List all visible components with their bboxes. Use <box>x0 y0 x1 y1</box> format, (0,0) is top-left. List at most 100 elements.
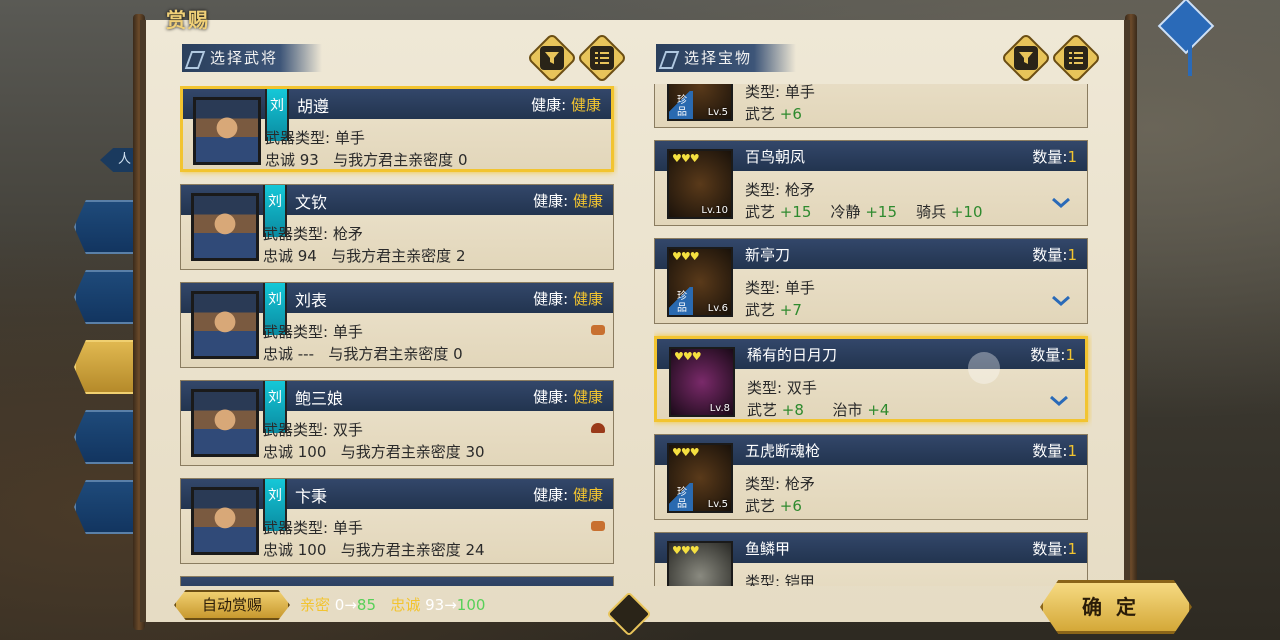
item-level: Lv.10 <box>701 205 728 216</box>
scroll-item-icon <box>591 521 605 531</box>
hero-loyalty-line: 忠诚 --- 与我方君主亲密度 0 <box>263 345 463 363</box>
side-tab-3[interactable] <box>74 340 140 394</box>
hero-name: 鲍三娘 <box>295 389 344 408</box>
hero-health: 健康: 健康 <box>533 486 603 504</box>
hero-name: 刘表 <box>295 291 328 310</box>
list-icon <box>1069 52 1083 64</box>
item-name: 新亭刀 <box>745 246 791 264</box>
hero-loyalty-line: 忠诚 100 与我方君主亲密度 30 <box>263 443 485 461</box>
side-tab-1[interactable] <box>74 200 140 254</box>
hero-portrait <box>191 487 259 555</box>
chevron-down-icon[interactable] <box>1051 197 1071 209</box>
item-card[interactable]: ♥♥♥ 珍品 Lv.5 五虎断魂枪 数量:1 类型: 枪矛 武艺 +6 <box>654 434 1088 520</box>
hero-weapon-type: 武器类型: 单手 <box>263 323 363 341</box>
hero-weapon-type: 武器类型: 双手 <box>263 421 363 439</box>
hero-name: 文钦 <box>295 193 328 212</box>
hero-loyalty-line: 忠诚 94 与我方君主亲密度 2 <box>263 247 466 265</box>
auto-reward-button[interactable]: 自动赏赐 <box>174 590 290 620</box>
hero-card[interactable]: 刘 鲍三娘 健康: 健康 武器类型: 双手 忠诚 100 与我方君主亲密度 30 <box>180 380 614 466</box>
item-stats: 武艺 +6 <box>745 105 802 123</box>
item-stats: 武艺 +6 <box>745 497 802 515</box>
hero-weapon-type: 武器类型: 单手 <box>263 519 363 537</box>
item-thumbnail: 珍品 Lv.5 <box>667 84 733 121</box>
item-card[interactable]: ♥♥♥ 珍品 Lv.6 新亭刀 数量:1 类型: 单手 武艺 +7 <box>654 238 1088 324</box>
heart-icons: ♥♥♥ <box>672 250 700 263</box>
item-level: Lv.8 <box>709 403 730 414</box>
item-quantity: 数量:1 <box>1030 346 1075 364</box>
filter-icon <box>545 52 559 64</box>
item-stats: 武艺 +8 治市 +4 <box>747 401 890 419</box>
item-type: 类型: 枪矛 <box>745 475 815 493</box>
hero-card[interactable]: 刘 文钦 健康: 健康 武器类型: 枪矛 忠诚 94 与我方君主亲密度 2 <box>180 184 614 270</box>
window-title: 赏赐 <box>166 8 210 32</box>
hero-weapon-type: 武器类型: 单手 <box>265 129 365 147</box>
item-name: 鱼鳞甲 <box>745 540 791 558</box>
heart-icons: ♥♥♥ <box>672 152 700 165</box>
list-icon <box>595 52 609 64</box>
hero-portrait <box>191 291 259 359</box>
hero-card[interactable]: 刘 刘表 健康: 健康 武器类型: 单手 忠诚 --- 与我方君主亲密度 0 <box>180 282 614 368</box>
rare-badge: 珍品 <box>669 91 693 119</box>
item-card[interactable]: ♥♥♥ 鱼鳞甲 数量:1 类型: 铠甲 <box>654 532 1088 586</box>
item-name: 稀有的日月刀 <box>747 346 838 364</box>
item-quantity: 数量:1 <box>1032 442 1077 460</box>
item-type: 类型: 枪矛 <box>745 181 815 199</box>
item-thumbnail: ♥♥♥ 珍品 Lv.5 <box>667 443 733 513</box>
hero-portrait <box>193 97 261 165</box>
hero-card[interactable]: 刘 卞秉 健康: 健康 武器类型: 单手 忠诚 100 与我方君主亲密度 24 <box>180 478 614 564</box>
confirm-button[interactable]: 确定 <box>1040 580 1192 634</box>
horse-icon <box>591 423 605 433</box>
rare-badge: 珍品 <box>669 287 693 315</box>
hero-list[interactable]: 刘 胡遵 健康: 健康 武器类型: 单手 忠诚 93 与我方君主亲密度 0 刘 … <box>180 86 618 586</box>
hero-name: 胡遵 <box>297 97 330 116</box>
hero-card[interactable] <box>180 576 614 586</box>
item-name: 五虎断魂枪 <box>745 442 821 460</box>
hero-loyalty-line: 忠诚 93 与我方君主亲密度 0 <box>265 151 468 169</box>
item-card[interactable]: ♥♥♥ Lv.8 稀有的日月刀 数量:1 类型: 双手 武艺 +8 治市 +4 <box>654 336 1088 422</box>
hero-loyalty-line: 忠诚 100 与我方君主亲密度 24 <box>263 541 485 559</box>
item-level: Lv.6 <box>707 303 728 314</box>
item-thumbnail: ♥♥♥ 珍品 Lv.6 <box>667 247 733 317</box>
hero-weapon-type: 武器类型: 枪矛 <box>263 225 363 243</box>
item-quantity: 数量:1 <box>1032 540 1077 558</box>
hero-card[interactable]: 刘 胡遵 健康: 健康 武器类型: 单手 忠诚 93 与我方君主亲密度 0 <box>180 86 614 172</box>
heart-icons: ♥♥♥ <box>672 446 700 459</box>
item-name: 百鸟朝凤 <box>745 148 806 166</box>
item-type: 类型: 铠甲 <box>745 573 815 586</box>
item-level: Lv.5 <box>707 499 728 510</box>
touch-indicator <box>968 352 1000 384</box>
hero-health: 健康: 健康 <box>531 96 601 114</box>
chevron-down-icon[interactable] <box>1051 295 1071 307</box>
item-type: 类型: 单手 <box>745 279 815 297</box>
item-thumbnail: ♥♥♥ Lv.10 <box>667 149 733 219</box>
side-tab-5[interactable] <box>74 480 140 534</box>
hero-card-bar <box>181 577 613 586</box>
kite-tail <box>1188 40 1192 76</box>
side-tab-4[interactable] <box>74 410 140 464</box>
item-card[interactable]: 珍品 Lv.5 类型: 单手 武艺 +6 <box>654 84 1088 128</box>
hero-portrait <box>191 193 259 261</box>
heart-icons: ♥♥♥ <box>674 350 702 363</box>
filter-icon <box>1019 52 1033 64</box>
hero-health: 健康: 健康 <box>533 290 603 308</box>
item-card[interactable]: ♥♥♥ Lv.10 百鸟朝凤 数量:1 类型: 枪矛 武艺 +15 冷静 +15… <box>654 140 1088 226</box>
item-level: Lv.5 <box>707 107 728 118</box>
scroll-item-icon <box>591 325 605 335</box>
heart-icons: ♥♥♥ <box>672 544 700 557</box>
item-list[interactable]: 珍品 Lv.5 类型: 单手 武艺 +6 ♥♥♥ Lv.10 百鸟朝凤 数量:1… <box>654 84 1092 586</box>
hero-name: 卞秉 <box>295 487 328 506</box>
item-type: 类型: 双手 <box>747 379 817 397</box>
item-stats: 武艺 +15 冷静 +15 骑兵 +10 <box>745 203 983 221</box>
side-tab-2[interactable] <box>74 270 140 324</box>
heroes-header: 选择武将 <box>182 44 322 72</box>
reward-preview: 亲密 0→85 忠诚 93→100 <box>300 596 486 614</box>
item-thumbnail: ♥♥♥ Lv.8 <box>669 347 735 417</box>
rare-badge: 珍品 <box>669 483 693 511</box>
hero-portrait <box>191 389 259 457</box>
hero-health: 健康: 健康 <box>533 192 603 210</box>
chevron-down-icon[interactable] <box>1049 395 1069 407</box>
item-quantity: 数量:1 <box>1032 246 1077 264</box>
items-header: 选择宝物 <box>656 44 796 72</box>
item-thumbnail: ♥♥♥ <box>667 541 733 586</box>
item-stats: 武艺 +7 <box>745 301 802 319</box>
